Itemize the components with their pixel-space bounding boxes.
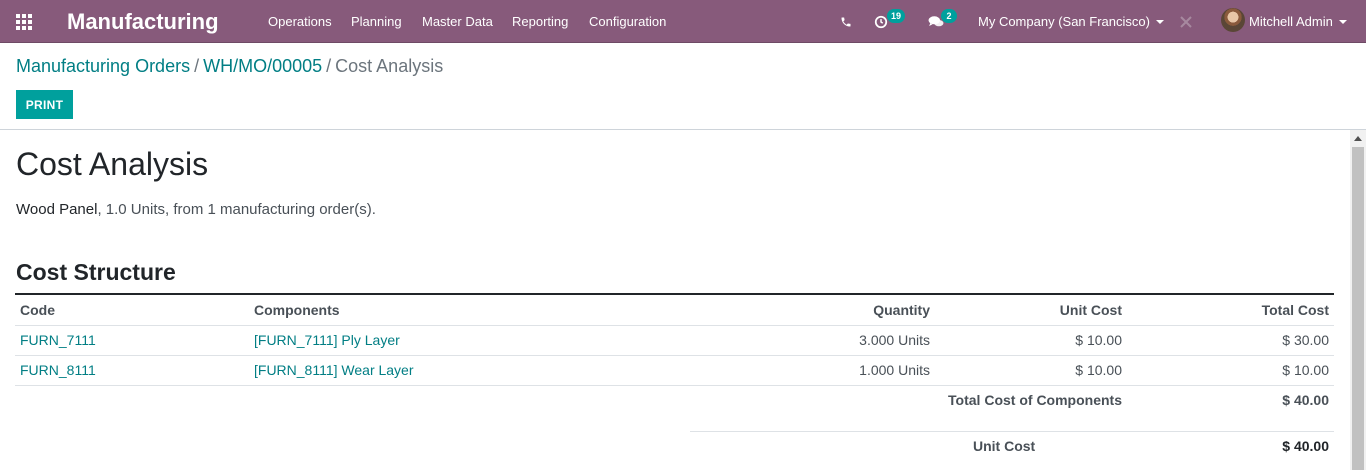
scroll-up-arrow-icon[interactable] bbox=[1354, 136, 1362, 141]
component-total-cost: $ 30.00 bbox=[1127, 325, 1334, 356]
user-avatar[interactable] bbox=[1221, 8, 1245, 32]
total-components-value: $ 40.00 bbox=[1282, 392, 1329, 409]
product-name: Wood Panel bbox=[16, 201, 98, 218]
component-name-link[interactable]: [FURN_8111] Wear Layer bbox=[249, 355, 675, 386]
scrollbar-thumb[interactable] bbox=[1352, 147, 1364, 470]
table-row: FURN_7111 [FURN_7111] Ply Layer 3.000 Un… bbox=[15, 325, 1334, 356]
column-header-unit-cost: Unit Cost bbox=[935, 293, 1127, 326]
component-unit-cost: $ 10.00 bbox=[935, 325, 1127, 356]
unit-cost-value: $ 40.00 bbox=[1282, 438, 1329, 454]
component-name-link[interactable]: [FURN_7111] Ply Layer bbox=[249, 325, 675, 356]
chat-bubbles-icon[interactable] bbox=[928, 0, 944, 43]
column-header-quantity: Quantity bbox=[675, 293, 935, 326]
table-header-row: Code Components Quantity Unit Cost Total… bbox=[15, 293, 1334, 326]
breadcrumb-manufacturing-orders[interactable]: Manufacturing Orders bbox=[16, 56, 190, 76]
component-code-link[interactable]: FURN_8111 bbox=[15, 355, 249, 386]
component-quantity: 1.000 Units bbox=[675, 355, 935, 386]
report-title: Cost Analysis bbox=[16, 146, 209, 182]
unit-cost-divider bbox=[690, 431, 1334, 432]
report-summary: Wood Panel, 1.0 Units, from 1 manufactur… bbox=[16, 201, 376, 218]
cost-structure-table: Code Components Quantity Unit Cost Total… bbox=[15, 293, 1334, 415]
menu-reporting[interactable]: Reporting bbox=[512, 0, 568, 43]
component-quantity: 3.000 Units bbox=[675, 325, 935, 356]
breadcrumb: Manufacturing Orders / WH/MO/00005/Cost An… bbox=[16, 56, 443, 77]
close-x-icon[interactable] bbox=[1180, 0, 1194, 43]
component-code-link[interactable]: FURN_7111 bbox=[15, 325, 249, 356]
app-brand[interactable]: Manufacturing bbox=[67, 0, 219, 43]
breadcrumb-separator: / bbox=[194, 56, 200, 76]
column-header-components: Components bbox=[249, 293, 675, 326]
unit-cost-label: Unit Cost bbox=[973, 438, 1036, 454]
menu-configuration[interactable]: Configuration bbox=[589, 0, 666, 43]
apps-grid-icon[interactable] bbox=[16, 0, 34, 43]
activity-count-badge: 19 bbox=[887, 9, 906, 23]
breadcrumb-current: Cost Analysis bbox=[335, 56, 444, 76]
chevron-down-icon bbox=[1338, 19, 1347, 24]
vertical-scrollbar[interactable] bbox=[1350, 130, 1366, 470]
main-navbar: Manufacturing Operations Planning Master… bbox=[0, 0, 1366, 43]
company-name: My Company (San Francisco) bbox=[978, 14, 1150, 29]
table-row: FURN_8111 [FURN_8111] Wear Layer 1.000 U… bbox=[15, 355, 1334, 386]
component-unit-cost: $ 10.00 bbox=[935, 355, 1127, 386]
user-menu[interactable]: Mitchell Admin bbox=[1249, 0, 1347, 43]
company-switcher[interactable]: My Company (San Francisco) bbox=[978, 0, 1164, 43]
cost-structure-heading: Cost Structure bbox=[16, 259, 176, 285]
column-header-total-cost: Total Cost bbox=[1127, 293, 1334, 326]
menu-master-data[interactable]: Master Data bbox=[422, 0, 493, 43]
total-components-label: Total Cost of Components bbox=[948, 392, 1122, 409]
summary-details: , 1.0 Units, from 1 manufacturing order(… bbox=[97, 201, 376, 218]
menu-planning[interactable]: Planning bbox=[351, 0, 402, 43]
user-name: Mitchell Admin bbox=[1249, 14, 1333, 29]
component-total-cost: $ 10.00 bbox=[1127, 355, 1334, 386]
print-button[interactable]: PRINT bbox=[16, 90, 73, 119]
menu-operations[interactable]: Operations bbox=[268, 0, 332, 43]
breadcrumb-mo-reference[interactable]: WH/MO/00005 bbox=[203, 56, 322, 76]
phone-icon[interactable] bbox=[840, 0, 854, 43]
total-row: Total Cost of Components $ 40.00 bbox=[15, 385, 1334, 415]
report-content: Cost Analysis Wood Panel, 1.0 Units, fro… bbox=[0, 130, 1350, 470]
chevron-down-icon bbox=[1155, 19, 1164, 24]
message-count-badge: 2 bbox=[941, 9, 957, 23]
column-header-code: Code bbox=[15, 293, 249, 326]
activity-clock-icon[interactable] bbox=[874, 0, 888, 43]
breadcrumb-separator: / bbox=[326, 56, 332, 76]
